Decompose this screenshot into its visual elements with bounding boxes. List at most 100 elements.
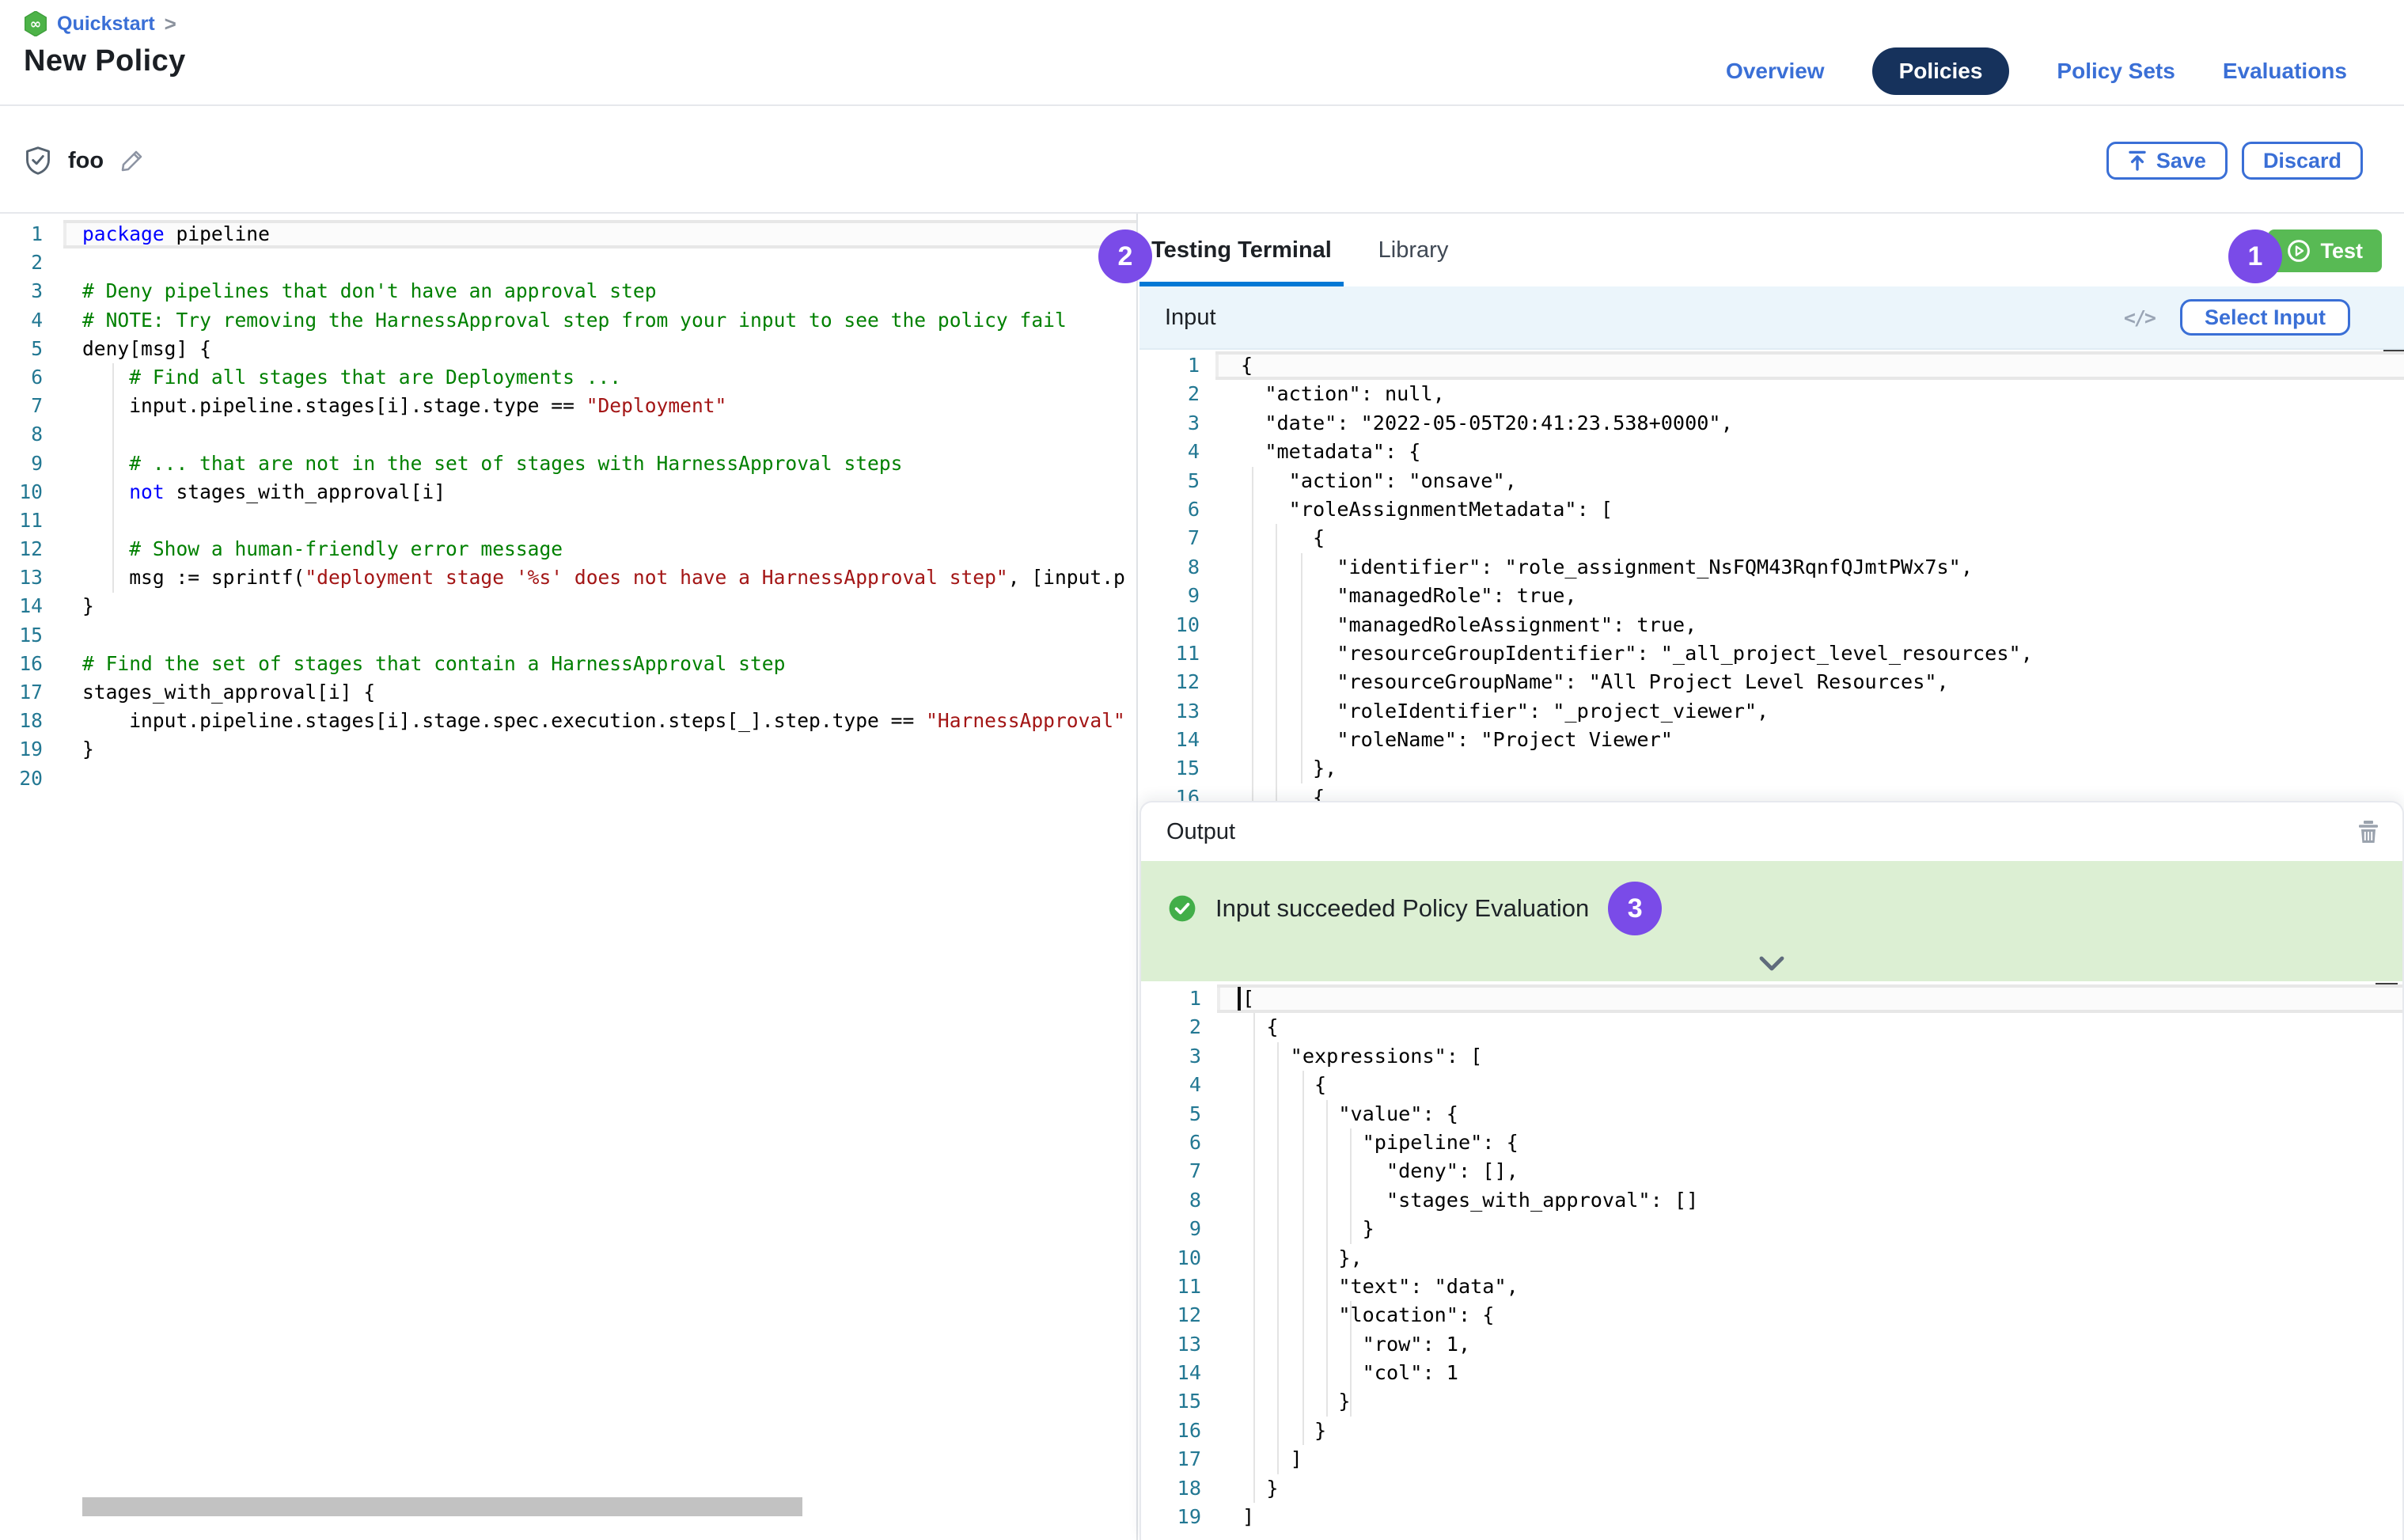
- code-line: 10 "managedRoleAssignment": true,: [1139, 611, 2404, 639]
- breadcrumb-chevron-icon: >: [165, 12, 176, 36]
- line-number: 14: [1139, 726, 1215, 754]
- code-line: 5 "value": {: [1141, 1100, 2402, 1128]
- line-number: 6: [1141, 1128, 1217, 1157]
- line-number: 2: [1139, 380, 1215, 408]
- code-line: 2 "action": null,: [1139, 380, 2404, 408]
- line-number: 10: [0, 478, 63, 506]
- line-number: 2: [0, 248, 63, 277]
- code-line: 14}: [0, 592, 1136, 620]
- line-number: 3: [1139, 409, 1215, 438]
- policy-name: foo: [68, 148, 104, 174]
- line-number: 7: [0, 392, 63, 420]
- code-line: 20: [0, 764, 1136, 793]
- code-line: 16# Find the set of stages that contain …: [0, 650, 1136, 678]
- code-line: 17 ]: [1141, 1445, 2402, 1474]
- code-line: 9 }: [1141, 1215, 2402, 1243]
- code-line: 14 "col": 1: [1141, 1359, 2402, 1387]
- code-line: 10 not stages_with_approval[i]: [0, 478, 1136, 506]
- code-line: 9 # ... that are not in the set of stage…: [0, 449, 1136, 478]
- line-number: 9: [1139, 582, 1215, 610]
- line-number: 4: [1141, 1071, 1217, 1099]
- nav-policies[interactable]: Policies: [1872, 47, 2010, 95]
- top-nav: Overview Policies Policy Sets Evaluation…: [1726, 44, 2347, 98]
- line-number: 1: [0, 220, 63, 248]
- nav-evaluations[interactable]: Evaluations: [2223, 59, 2347, 84]
- code-line: 19]: [1141, 1503, 2402, 1531]
- nav-policy-sets[interactable]: Policy Sets: [2057, 59, 2175, 84]
- save-label: Save: [2156, 149, 2206, 173]
- tab-library[interactable]: Library: [1366, 214, 1461, 286]
- discard-button[interactable]: Discard: [2242, 142, 2363, 180]
- testing-tabs: Testing Terminal Library Test: [1139, 214, 2404, 286]
- line-number: 15: [1139, 754, 1215, 783]
- code-line: 7 "deny": [],: [1141, 1157, 2402, 1185]
- annotation-badge-3: 3: [1608, 882, 1662, 935]
- evaluation-result-text: Input succeeded Policy Evaluation: [1215, 894, 1589, 923]
- main-area: 1package pipeline23# Deny pipelines that…: [0, 214, 2404, 1540]
- tab-testing-terminal[interactable]: Testing Terminal: [1139, 214, 1344, 286]
- code-line: 3 "date": "2022-05-05T20:41:23.538+0000"…: [1139, 409, 2404, 438]
- code-line: 6 # Find all stages that are Deployments…: [0, 363, 1136, 392]
- code-line: 14 "roleName": "Project Viewer": [1139, 726, 2404, 754]
- horizontal-scrollbar-thumb[interactable]: [82, 1497, 802, 1516]
- code-line: 13 msg := sprintf("deployment stage '%s'…: [0, 563, 1136, 592]
- line-number: 9: [0, 449, 63, 478]
- page-title: New Policy: [24, 44, 186, 78]
- code-line: 3# Deny pipelines that don't have an app…: [0, 277, 1136, 305]
- check-circle-icon: [1168, 894, 1196, 923]
- line-number: 12: [1141, 1301, 1217, 1329]
- chevron-down-icon[interactable]: [1759, 956, 1784, 972]
- code-line: 11 "resourceGroupIdentifier": "_all_proj…: [1139, 639, 2404, 668]
- code-line: 5deny[msg] {: [0, 335, 1136, 363]
- code-line: 15 },: [1139, 754, 2404, 783]
- upload-arrow-icon: [2128, 150, 2147, 171]
- line-number: 17: [0, 678, 63, 707]
- line-number: 13: [0, 563, 63, 592]
- code-line: 16 }: [1141, 1417, 2402, 1445]
- line-number: 18: [0, 707, 63, 735]
- code-line: 8 "stages_with_approval": []: [1141, 1186, 2402, 1215]
- line-number: 8: [0, 420, 63, 449]
- line-number: 12: [0, 535, 63, 563]
- policy-code-editor[interactable]: 1package pipeline23# Deny pipelines that…: [0, 214, 1138, 1540]
- line-number: 4: [0, 306, 63, 335]
- code-line: 7 input.pipeline.stages[i].stage.type ==…: [0, 392, 1136, 420]
- nav-overview[interactable]: Overview: [1726, 59, 1825, 84]
- breadcrumb-project-link[interactable]: Quickstart: [57, 13, 155, 36]
- play-circle-icon: [2287, 239, 2311, 263]
- code-line: 6 "roleAssignmentMetadata": [: [1139, 495, 2404, 524]
- code-toggle-icon[interactable]: </>: [2124, 306, 2155, 329]
- line-number: 6: [0, 363, 63, 392]
- line-number: 1: [1139, 351, 1215, 380]
- test-button[interactable]: Test: [2268, 229, 2382, 272]
- line-number: 16: [1139, 783, 1215, 801]
- save-button[interactable]: Save: [2106, 142, 2228, 180]
- line-number: 4: [1139, 438, 1215, 466]
- top-header: ∞ Quickstart > New Policy Overview Polic…: [0, 0, 2404, 106]
- line-number: 12: [1139, 668, 1215, 696]
- line-number: 1: [1141, 984, 1217, 1013]
- line-number: 14: [1141, 1359, 1217, 1387]
- line-number: 11: [0, 506, 63, 535]
- line-number: 8: [1141, 1186, 1217, 1215]
- line-number: 19: [1141, 1503, 1217, 1531]
- testing-panel: Testing Terminal Library Test Input </> …: [1139, 214, 2404, 1540]
- output-json-editor[interactable]: 1[2 {3 "expressions": [4 {5 "value": {6 …: [1141, 981, 2402, 1540]
- input-json-editor[interactable]: 1{2 "action": null,3 "date": "2022-05-05…: [1139, 350, 2404, 801]
- svg-text:∞: ∞: [30, 17, 41, 32]
- line-number: 10: [1141, 1244, 1217, 1273]
- trash-icon[interactable]: [2357, 819, 2380, 844]
- line-number: 9: [1141, 1215, 1217, 1243]
- line-number: 13: [1141, 1330, 1217, 1359]
- select-input-button[interactable]: Select Input: [2180, 299, 2350, 336]
- line-number: 3: [0, 277, 63, 305]
- code-line: 1[: [1141, 984, 2402, 1013]
- output-section-label: Output: [1166, 819, 2357, 845]
- line-number: 7: [1139, 524, 1215, 552]
- code-line: 9 "managedRole": true,: [1139, 582, 2404, 610]
- line-number: 15: [0, 621, 63, 650]
- edit-pencil-icon[interactable]: [119, 148, 145, 173]
- shield-check-icon: [24, 146, 52, 176]
- input-section-header: Input </> Select Input: [1139, 286, 2404, 350]
- code-line: 16 {: [1139, 783, 2404, 801]
